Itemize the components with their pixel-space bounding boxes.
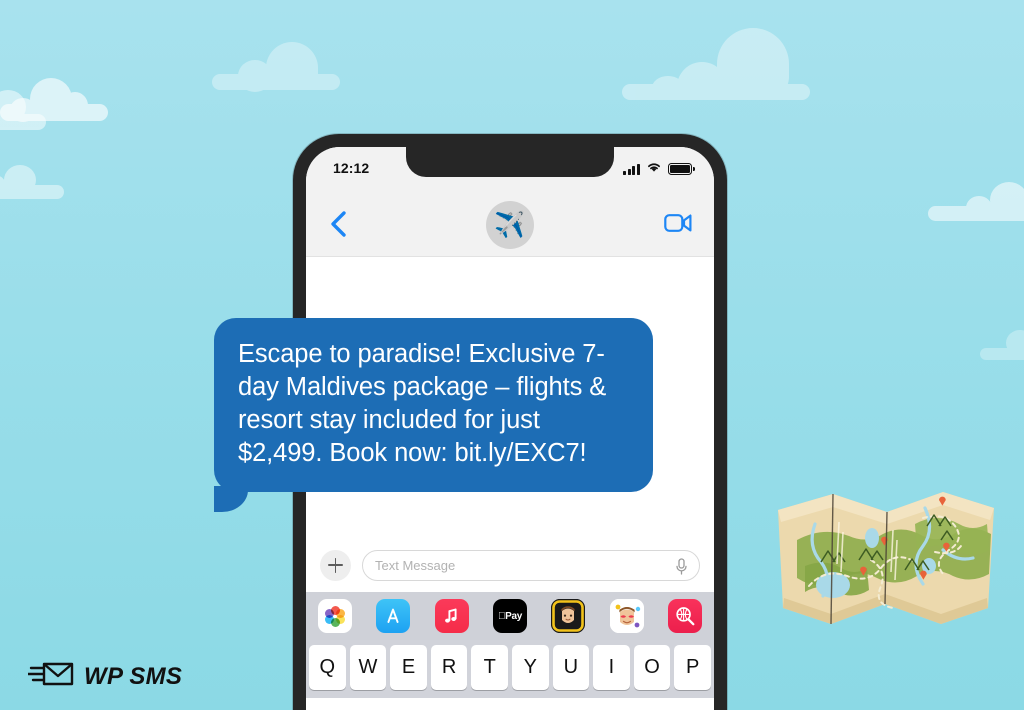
message-bubble-tail xyxy=(214,486,248,512)
back-chevron-icon[interactable] xyxy=(326,208,352,240)
battery-full-icon xyxy=(668,163,695,175)
key-t[interactable]: T xyxy=(471,645,508,690)
cloud-top-right xyxy=(622,28,812,100)
key-r[interactable]: R xyxy=(430,645,468,690)
app-store-app-icon[interactable] xyxy=(376,599,411,633)
photos-flower-glyph xyxy=(325,605,346,627)
message-input-bar: Text Message xyxy=(306,538,714,592)
key-q[interactable]: Q xyxy=(309,645,346,690)
cloud-mid-left xyxy=(0,84,48,130)
envelope-send-icon xyxy=(26,659,74,694)
images-search-glyph xyxy=(676,607,695,626)
music-note-glyph xyxy=(444,608,457,623)
notch xyxy=(406,147,614,177)
key-w[interactable]: W xyxy=(349,645,387,690)
map-pond xyxy=(865,528,879,548)
wifi-icon xyxy=(646,160,662,178)
memoji-glyph xyxy=(551,599,586,633)
message-text-input[interactable]: Text Message xyxy=(362,549,700,581)
message-input-placeholder: Text Message xyxy=(375,557,456,573)
images-app-icon[interactable] xyxy=(667,599,702,633)
cloud-left-low xyxy=(0,165,66,199)
music-app-icon[interactable] xyxy=(434,599,469,633)
key-e[interactable]: E xyxy=(390,645,427,690)
cloud-bottom-right xyxy=(980,330,1024,360)
status-time: 12:12 xyxy=(333,160,370,176)
keyboard-top-row: Q W E R T Y U I O P xyxy=(309,645,711,690)
memoji-stickers-glyph xyxy=(609,599,644,633)
apple-pay-app-icon[interactable]: Pay xyxy=(492,599,527,633)
wp-sms-logo-text: WP SMS xyxy=(84,662,183,690)
memoji-app-icon[interactable] xyxy=(551,599,586,633)
photos-app-icon[interactable] xyxy=(318,599,352,633)
app-store-glyph xyxy=(387,608,399,623)
key-u[interactable]: U xyxy=(552,645,590,690)
microphone-icon[interactable] xyxy=(674,557,689,575)
plus-icon[interactable] xyxy=(320,549,351,581)
cloud-top-left xyxy=(0,78,110,122)
message-bubble-text: Escape to paradise! Exclusive 7-day Mald… xyxy=(238,340,607,467)
video-camera-icon[interactable] xyxy=(664,212,692,234)
poster-canvas: 12:12 ✈️ Text Message Pay Q W E R T Y U … xyxy=(0,0,1024,710)
cellular-bars-icon xyxy=(623,163,640,175)
message-bubble[interactable]: Escape to paradise! Exclusive 7-day Mald… xyxy=(214,318,653,512)
cloud-right xyxy=(928,182,1024,222)
cloud-phone-left xyxy=(212,42,342,92)
folded-paper-map xyxy=(775,488,997,628)
airplane-avatar[interactable]: ✈️ xyxy=(486,201,534,249)
memoji-stickers-app-icon[interactable] xyxy=(609,599,644,633)
apple-pay-label: Pay xyxy=(498,610,522,622)
status-icons xyxy=(623,160,695,178)
wp-sms-logo: WP SMS xyxy=(26,659,183,694)
key-p[interactable]: P xyxy=(674,645,711,690)
avatar-emoji: ✈️ xyxy=(494,210,526,239)
status-bar: 12:12 xyxy=(306,147,714,193)
key-i[interactable]: I xyxy=(593,645,630,690)
key-o[interactable]: O xyxy=(633,645,671,690)
conversation-nav-bar: ✈️ xyxy=(306,193,714,257)
onscreen-keyboard: Q W E R T Y U I O P xyxy=(306,640,714,698)
key-y[interactable]: Y xyxy=(511,645,549,690)
imessage-app-drawer: Pay xyxy=(306,592,714,640)
